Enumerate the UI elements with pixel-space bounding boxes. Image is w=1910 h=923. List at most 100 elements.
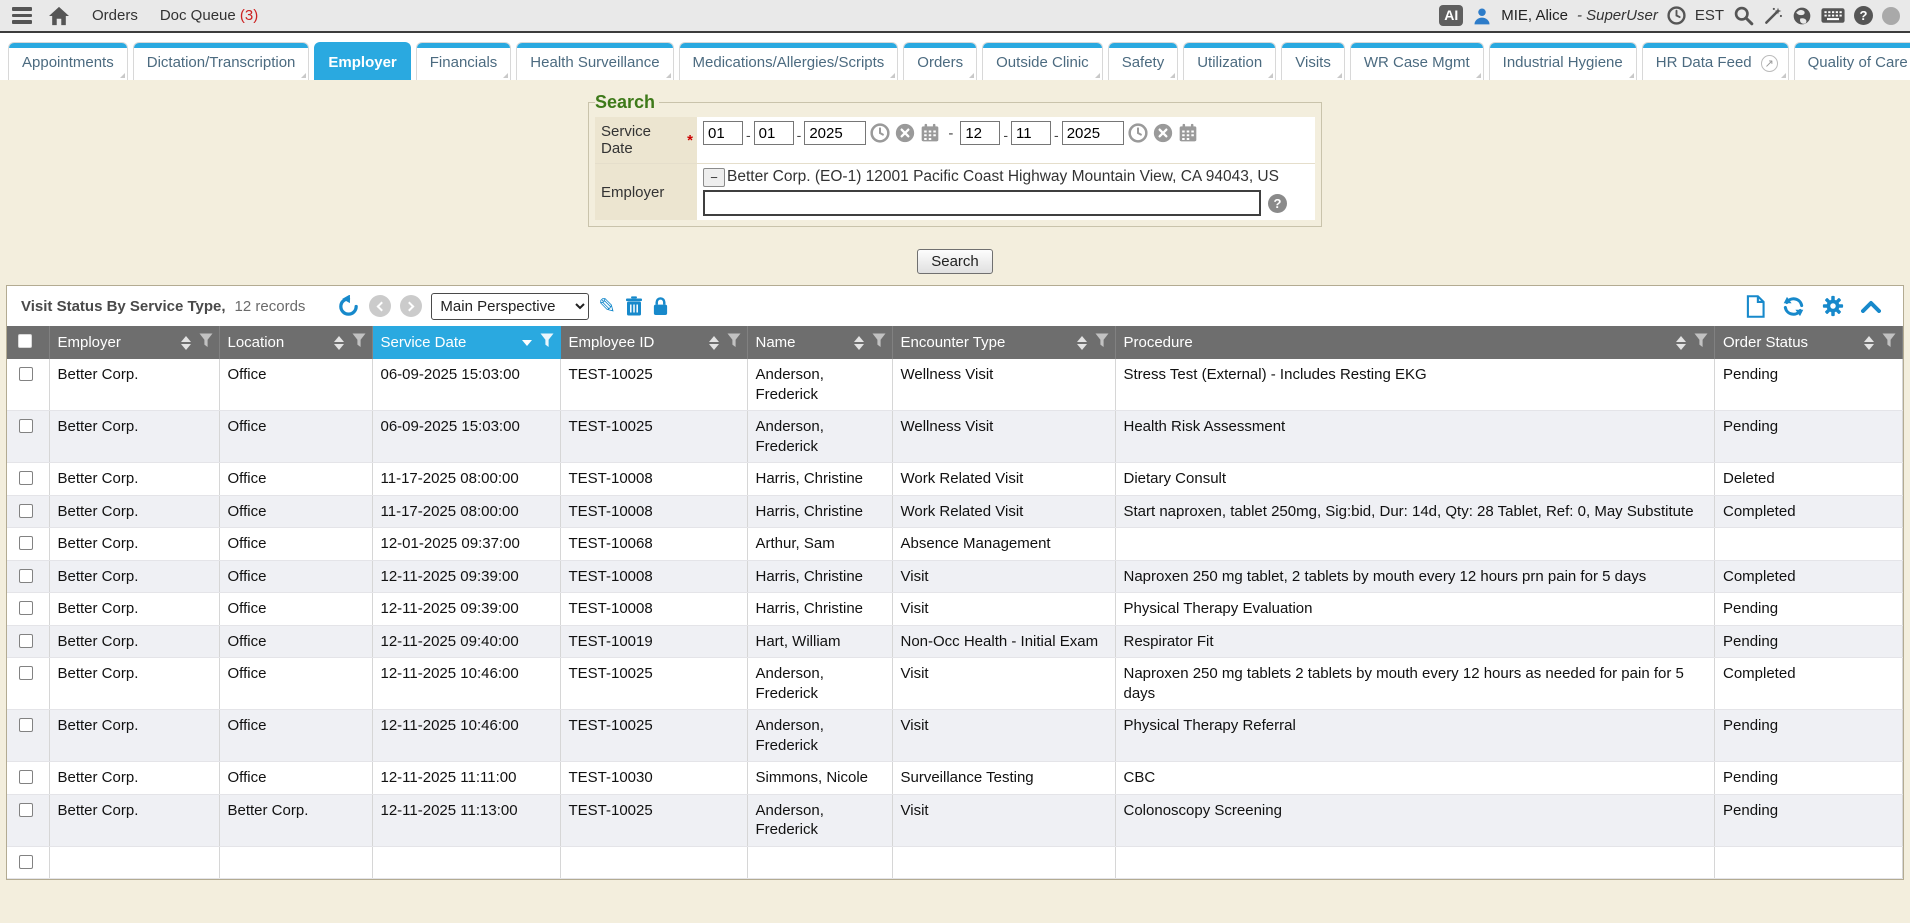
top-bar: Orders Doc Queue (3) AI MIE, Alice - Sup… [0, 0, 1910, 33]
date-to-month-input[interactable] [960, 121, 1000, 145]
row-checkbox[interactable] [19, 634, 33, 648]
date-from-month-input[interactable] [703, 121, 743, 145]
column-header-name[interactable]: Name [747, 326, 892, 359]
help-icon[interactable]: ? [1854, 6, 1873, 25]
timezone-label: EST [1695, 7, 1724, 24]
column-header-procedure[interactable]: Procedure [1115, 326, 1715, 359]
date-separator: - [797, 127, 802, 145]
delete-perspective-icon[interactable] [625, 296, 643, 316]
search-button[interactable]: Search [917, 249, 993, 274]
select-all-checkbox[interactable] [18, 334, 32, 348]
home-icon[interactable] [48, 6, 70, 26]
clear-date-icon[interactable] [1153, 123, 1173, 143]
column-header-encounter_type[interactable]: Encounter Type [892, 326, 1115, 359]
clear-date-icon[interactable] [895, 123, 915, 143]
row-checkbox[interactable] [19, 718, 33, 732]
row-checkbox[interactable] [19, 504, 33, 518]
breadcrumb-doc-queue[interactable]: Doc Queue (3) [160, 7, 258, 24]
tab-industrial-hygiene[interactable]: Industrial Hygiene [1489, 42, 1637, 80]
tab-hr-data-feed[interactable]: HR Data Feed↗ [1642, 42, 1789, 80]
date-to-day-input[interactable] [1011, 121, 1051, 145]
time-picker-icon[interactable] [870, 123, 890, 143]
breadcrumb-orders[interactable]: Orders [92, 7, 138, 24]
row-checkbox[interactable] [19, 770, 33, 784]
row-checkbox[interactable] [19, 419, 33, 433]
collapse-employer-button[interactable]: − [703, 168, 725, 187]
magic-wand-icon[interactable] [1763, 6, 1783, 26]
sort-icon[interactable] [1864, 336, 1874, 350]
tab-health-surveillance[interactable]: Health Surveillance [516, 42, 673, 80]
row-checkbox[interactable] [19, 803, 33, 817]
date-from-day-input[interactable] [754, 121, 794, 145]
search-icon[interactable] [1733, 5, 1754, 26]
timezone-clock-icon[interactable] [1667, 6, 1686, 25]
time-picker-icon[interactable] [1128, 123, 1148, 143]
cell-employee_id: TEST-10025 [560, 359, 747, 411]
tab-employer[interactable]: Employer [314, 42, 410, 80]
tab-quality-of-care[interactable]: Quality of Care [1794, 42, 1910, 80]
tab-safety[interactable]: Safety [1108, 42, 1179, 80]
column-header-location[interactable]: Location [219, 326, 372, 359]
perspective-select[interactable]: Main Perspective [431, 293, 589, 320]
filter-funnel-icon[interactable] [538, 333, 554, 352]
column-header-employee_id[interactable]: Employee ID [560, 326, 747, 359]
ai-badge[interactable]: AI [1439, 5, 1463, 26]
filter-funnel-icon[interactable] [1093, 333, 1109, 352]
cell-order_status: Deleted [1715, 463, 1903, 496]
tab-visits[interactable]: Visits [1281, 42, 1345, 80]
settings-gear-icon[interactable] [1822, 295, 1844, 317]
tab-orders[interactable]: Orders [903, 42, 977, 80]
page-back-icon[interactable] [369, 295, 391, 317]
sort-icon[interactable] [334, 336, 344, 350]
row-checkbox[interactable] [19, 569, 33, 583]
date-from-year-input[interactable] [804, 121, 866, 145]
tab-outside-clinic[interactable]: Outside Clinic [982, 42, 1103, 80]
filter-funnel-icon[interactable] [870, 333, 886, 352]
user-name[interactable]: MIE, Alice [1501, 7, 1568, 24]
column-header-employer[interactable]: Employer [49, 326, 219, 359]
employer-help-icon[interactable]: ? [1268, 194, 1287, 213]
globe-icon[interactable] [1792, 6, 1812, 26]
tab-appointments[interactable]: Appointments [8, 42, 128, 80]
collapse-grid-icon[interactable] [1861, 299, 1881, 313]
sort-icon[interactable] [709, 336, 719, 350]
row-checkbox[interactable] [19, 367, 33, 381]
refresh-icon[interactable] [1782, 295, 1805, 318]
tab-financials[interactable]: Financials [416, 42, 512, 80]
new-document-icon[interactable] [1746, 295, 1765, 318]
column-header-order_status[interactable]: Order Status [1715, 326, 1903, 359]
keyboard-icon[interactable] [1821, 7, 1845, 24]
hamburger-menu-icon[interactable] [10, 5, 34, 26]
calendar-icon[interactable] [1178, 123, 1198, 143]
page-forward-icon[interactable] [400, 295, 422, 317]
user-icon[interactable] [1472, 6, 1492, 26]
date-to-year-input[interactable] [1062, 121, 1124, 145]
filter-funnel-icon[interactable] [725, 333, 741, 352]
sort-icon[interactable] [1077, 336, 1087, 350]
sort-icon[interactable] [1676, 336, 1686, 350]
sort-icon[interactable] [854, 336, 864, 350]
row-checkbox[interactable] [19, 666, 33, 680]
sort-icon[interactable] [181, 336, 191, 350]
lock-icon[interactable] [652, 296, 669, 316]
tab-dictation-transcription[interactable]: Dictation/Transcription [133, 42, 310, 80]
undo-icon[interactable] [337, 295, 360, 318]
employer-search-input[interactable] [703, 190, 1261, 216]
edit-perspective-icon[interactable]: ✎ [598, 296, 616, 317]
calendar-icon[interactable] [920, 123, 940, 143]
row-checkbox[interactable] [19, 536, 33, 550]
filter-funnel-icon[interactable] [1692, 333, 1708, 352]
tab-utilization[interactable]: Utilization [1183, 42, 1276, 80]
tab-wr-case-mgmt[interactable]: WR Case Mgmt [1350, 42, 1484, 80]
cell-order_status: Pending [1715, 710, 1903, 762]
row-checkbox[interactable] [19, 471, 33, 485]
tab-medications-allergies-scripts[interactable]: Medications/Allergies/Scripts [679, 42, 899, 80]
filter-funnel-icon[interactable] [350, 333, 366, 352]
filter-funnel-icon[interactable] [197, 333, 213, 352]
sort-icon[interactable] [522, 340, 532, 346]
row-checkbox[interactable] [19, 855, 33, 869]
row-checkbox[interactable] [19, 601, 33, 615]
filter-funnel-icon[interactable] [1880, 333, 1896, 352]
column-header-service_date[interactable]: Service Date [372, 326, 560, 359]
cell-location: Office [219, 463, 372, 496]
